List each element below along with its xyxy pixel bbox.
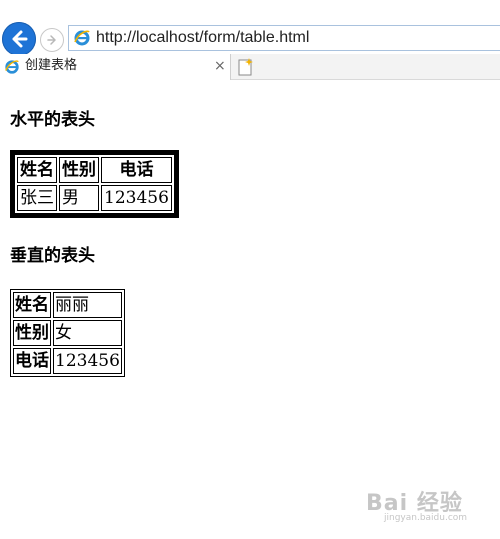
table-cell: 女 [53,320,122,346]
table-header-cell: 性别 [13,320,51,346]
forward-button[interactable] [40,28,64,52]
table-header-cell: 电话 [101,157,172,183]
table-row: 电话 123456 [13,348,122,374]
tab-title: 创建表格 [25,58,78,73]
watermark: Bai 经验 jingyan.baidu.com [366,485,496,530]
new-tab-icon [238,58,253,76]
vertical-header-table: 姓名 丽丽 性别 女 电话 123456 [10,289,125,377]
table-cell: 123456 [53,348,122,374]
heading-vertical-header: 垂直的表头 [10,246,95,266]
ie-icon [73,29,91,51]
tab-bar: 创建表格 × [0,54,500,80]
table-cell: 123456 [101,185,172,211]
address-bar[interactable]: http://localhost/form/table.html [68,25,500,51]
table-cell: 男 [59,185,99,211]
table-row: 张三 男 123456 [17,185,172,211]
tab-active[interactable]: 创建表格 × [0,54,231,80]
back-button[interactable] [2,22,36,56]
heading-horizontal-header: 水平的表头 [10,110,95,130]
watermark-url: jingyan.baidu.com [384,513,468,523]
table-cell: 张三 [17,185,57,211]
table-header-cell: 姓名 [17,157,57,183]
ie-icon [4,59,20,79]
page-content: 水平的表头 姓名 性别 电话 张三 男 123456 垂直的表头 姓名 丽丽 性… [0,80,500,539]
table-cell: 丽丽 [53,292,122,318]
table-header-cell: 姓名 [13,292,51,318]
url-text: http://localhost/form/table.html [96,29,310,46]
table-header-row: 姓名 性别 电话 [17,157,172,183]
table-row: 姓名 丽丽 [13,292,122,318]
close-icon[interactable]: × [214,57,226,75]
table-row: 性别 女 [13,320,122,346]
back-arrow-icon [12,30,28,48]
forward-arrow-icon [47,35,56,45]
table-header-cell: 性别 [59,157,99,183]
new-tab-button[interactable] [234,56,256,78]
browser-chrome: http://localhost/form/table.html 创建表格 × [0,0,500,80]
horizontal-header-table: 姓名 性别 电话 张三 男 123456 [10,150,179,218]
table-header-cell: 电话 [13,348,51,374]
